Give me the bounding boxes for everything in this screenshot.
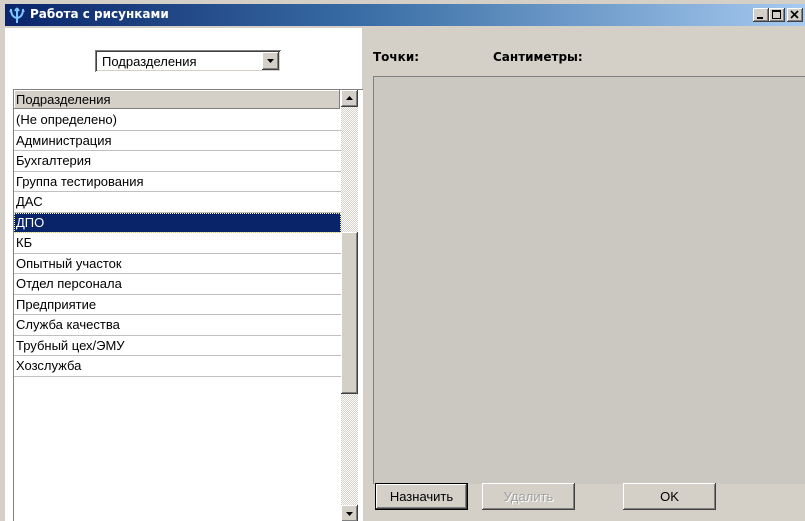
- list-item[interactable]: Отдел персонала: [14, 274, 341, 295]
- trident-icon: [7, 5, 27, 25]
- drawing-canvas[interactable]: [373, 76, 805, 484]
- list-item[interactable]: Предприятие: [14, 295, 341, 315]
- minimize-button[interactable]: [753, 8, 769, 22]
- maximize-icon: [772, 10, 781, 19]
- list-item[interactable]: Трубный цех/ЭМУ: [14, 336, 341, 356]
- arrow-up-icon: [346, 96, 353, 100]
- list-item[interactable]: Администрация: [14, 131, 341, 151]
- list-item[interactable]: (Не определено): [14, 110, 341, 131]
- filter-value: Подразделения: [102, 54, 197, 69]
- window-title: Работа с рисунками: [30, 7, 169, 21]
- list-item[interactable]: Бухгалтерия: [14, 151, 341, 172]
- points-label: Точки:: [373, 50, 420, 64]
- list-rows: (Не определено) Администрация Бухгалтерия Г…: [14, 110, 341, 377]
- minimize-icon: [757, 17, 763, 19]
- assign-button[interactable]: Назначить: [375, 483, 468, 510]
- scroll-up-button[interactable]: [341, 90, 358, 107]
- list-item[interactable]: ДАС: [14, 192, 341, 213]
- right-pane: Точки: Сантиметры: Назначить Удалить OK: [365, 28, 805, 521]
- list-item[interactable]: ДПО: [14, 212, 341, 233]
- maximize-button[interactable]: [769, 8, 785, 22]
- list-item[interactable]: Группа тестирования: [14, 172, 341, 192]
- filter-combobox[interactable]: Подразделения: [95, 50, 281, 72]
- combo-dropdown-button[interactable]: [262, 52, 279, 70]
- list-item[interactable]: Опытный участок: [14, 254, 341, 274]
- close-button[interactable]: [787, 8, 803, 22]
- close-icon: [790, 10, 799, 19]
- list-item[interactable]: Служба качества: [14, 315, 341, 336]
- centimeters-label: Сантиметры:: [493, 50, 583, 64]
- list-column-header[interactable]: Подразделения: [14, 90, 340, 109]
- delete-button[interactable]: Удалить: [482, 483, 575, 510]
- arrow-down-icon: [346, 512, 353, 516]
- scroll-down-button[interactable]: [341, 505, 358, 521]
- list-item[interactable]: КБ: [14, 233, 341, 254]
- ok-button[interactable]: OK: [623, 483, 716, 510]
- list-item[interactable]: Хозслужба: [14, 356, 341, 377]
- left-pane: Подразделения Подразделения (Не определе…: [5, 28, 363, 521]
- title-bar[interactable]: Работа с рисунками: [5, 4, 805, 26]
- chevron-down-icon: [267, 59, 274, 63]
- scroll-thumb[interactable]: [341, 232, 358, 394]
- department-list[interactable]: Подразделения (Не определено) Администрац…: [13, 89, 363, 521]
- drawing-window: Работа с рисунками Подразделения Подразд…: [0, 0, 805, 521]
- vertical-scrollbar[interactable]: [341, 90, 358, 521]
